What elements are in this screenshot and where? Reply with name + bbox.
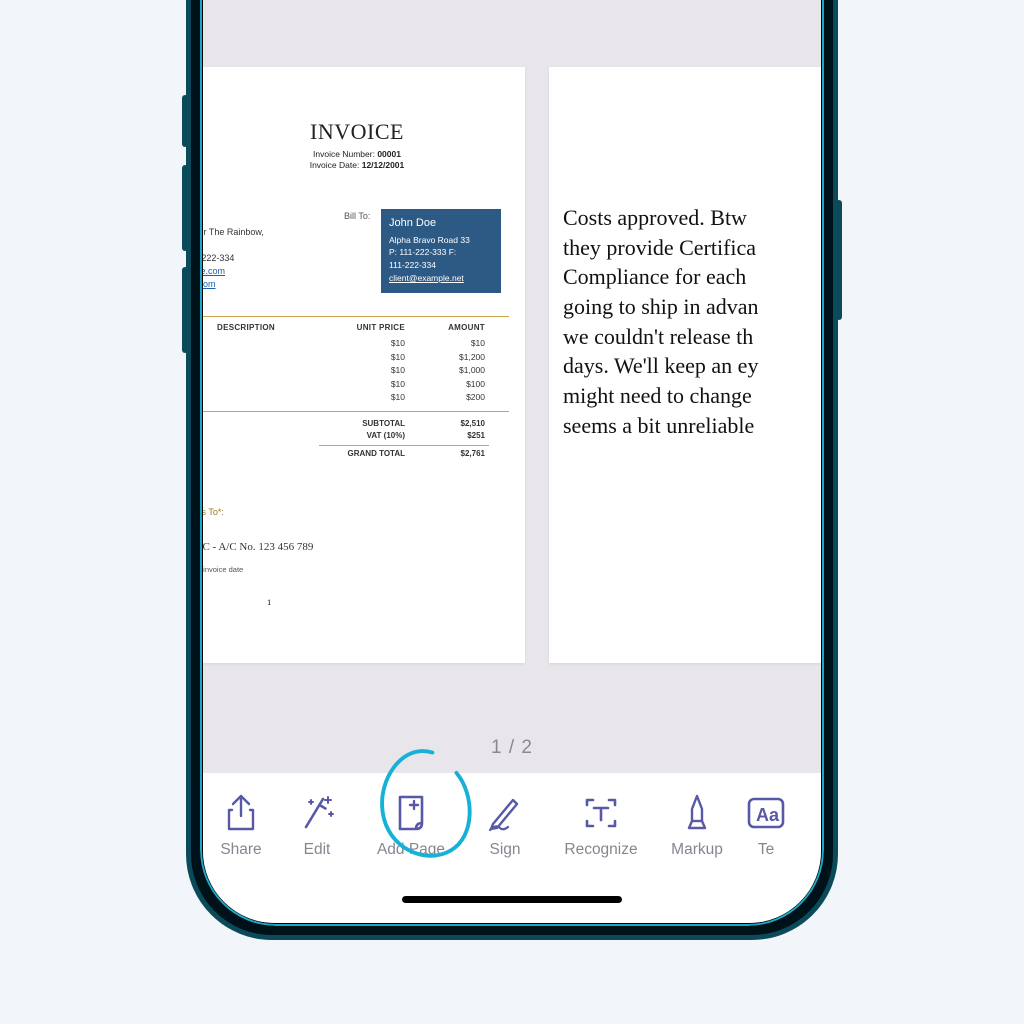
- bill-to-label: Bill To:: [344, 211, 370, 221]
- text-button[interactable]: Aa Te: [741, 793, 791, 859]
- volume-switch: [182, 95, 188, 147]
- markup-icon: [677, 793, 717, 833]
- invoice-footer: ents To*: LLC - A/C No. 123 456 789 s of…: [203, 507, 313, 574]
- document-page-2[interactable]: Costs approved. Btw they provide Certifi…: [549, 67, 821, 663]
- table-row: $10$200: [203, 391, 509, 405]
- invoice-table: DESCRIPTION UNIT PRICE AMOUNT $10$10 $10…: [203, 316, 509, 460]
- invoice-title: INVOICE: [203, 119, 525, 145]
- table-row: $10$10: [203, 337, 509, 351]
- page-indicator: 1 / 2: [203, 737, 821, 759]
- share-button[interactable]: Share: [203, 793, 273, 859]
- table-row: $10$1,000: [203, 364, 509, 378]
- note-body: Costs approved. Btw they provide Certifi…: [549, 67, 821, 441]
- volume-up-button: [182, 165, 188, 251]
- invoice-page-number: 1: [267, 597, 271, 607]
- phone-screen: INVOICE Invoice Number: 00001 Invoice Da…: [203, 0, 821, 923]
- volume-down-button: [182, 267, 188, 353]
- table-row: $10$1,200: [203, 351, 509, 365]
- phone-frame: INVOICE Invoice Number: 00001 Invoice Da…: [186, 0, 838, 940]
- document-page-1[interactable]: INVOICE Invoice Number: 00001 Invoice Da…: [203, 67, 525, 663]
- add-page-icon: [391, 793, 431, 833]
- invoice-meta: Invoice Number: 00001 Invoice Date: 12/1…: [203, 149, 525, 172]
- home-indicator[interactable]: [402, 896, 622, 903]
- table-row: $10$100: [203, 378, 509, 392]
- text-icon: Aa: [746, 793, 786, 833]
- bill-to-box: John Doe Alpha Bravo Road 33 P: 111-222-…: [381, 209, 501, 293]
- add-page-button[interactable]: Add Page: [361, 793, 461, 859]
- svg-text:Aa: Aa: [756, 805, 780, 825]
- sign-icon: [485, 793, 525, 833]
- share-icon: [221, 793, 261, 833]
- markup-button[interactable]: Markup: [653, 793, 741, 859]
- magic-wand-icon: [297, 793, 337, 833]
- edit-button[interactable]: Edit: [273, 793, 361, 859]
- invoice-from-block: LC over The Rainbow, 11-222-334 oice.com…: [203, 211, 264, 291]
- recognize-icon: [581, 793, 621, 833]
- recognize-button[interactable]: Recognize: [549, 793, 653, 859]
- power-button: [836, 200, 842, 320]
- sign-button[interactable]: Sign: [461, 793, 549, 859]
